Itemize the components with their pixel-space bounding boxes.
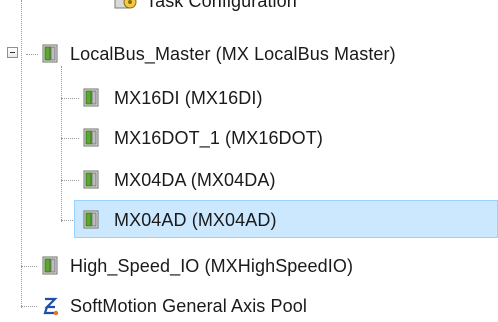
tree-item-high-speed-io[interactable]: High_Speed_IO (MXHighSpeedIO) — [0, 249, 498, 283]
axis-pool-icon — [43, 297, 59, 316]
tree-item-mx04ad[interactable]: MX04AD (MX04AD) — [0, 203, 498, 237]
tree-item-localbus-master[interactable]: LocalBus_Master (MX LocalBus Master) — [0, 37, 498, 71]
tree-item-mx04da[interactable]: MX04DA (MX04DA) — [0, 163, 498, 197]
device-module-icon — [83, 170, 99, 189]
tree-item-label: MX04AD (MX04AD) — [114, 210, 277, 230]
tree-item-softmotion-axis-pool[interactable]: SoftMotion General Axis Pool — [0, 289, 498, 322]
device-module-icon — [42, 44, 58, 63]
tree-item-label: MX04DA (MX04DA) — [114, 170, 276, 190]
device-tree: Task Configuration LocalBus_Master (MX L… — [0, 0, 498, 322]
tree-item-mx16di[interactable]: MX16DI (MX16DI) — [0, 81, 498, 115]
tree-item-label: MX16DOT_1 (MX16DOT) — [114, 128, 323, 148]
task-config-icon — [114, 0, 137, 9]
tree-item-label: MX16DI (MX16DI) — [114, 88, 263, 108]
device-module-icon — [83, 210, 99, 229]
tree-item-mx16dot-1[interactable]: MX16DOT_1 (MX16DOT) — [0, 121, 498, 155]
tree-item-label: LocalBus_Master (MX LocalBus Master) — [70, 44, 396, 64]
device-module-icon — [83, 128, 99, 147]
tree-item-label: High_Speed_IO (MXHighSpeedIO) — [70, 256, 354, 276]
device-module-icon — [83, 88, 99, 107]
device-module-icon — [42, 256, 58, 275]
tree-item-label: Task Configuration — [146, 0, 297, 11]
tree-item-task-configuration[interactable]: Task Configuration — [0, 0, 498, 18]
tree-item-label: SoftMotion General Axis Pool — [70, 296, 307, 316]
